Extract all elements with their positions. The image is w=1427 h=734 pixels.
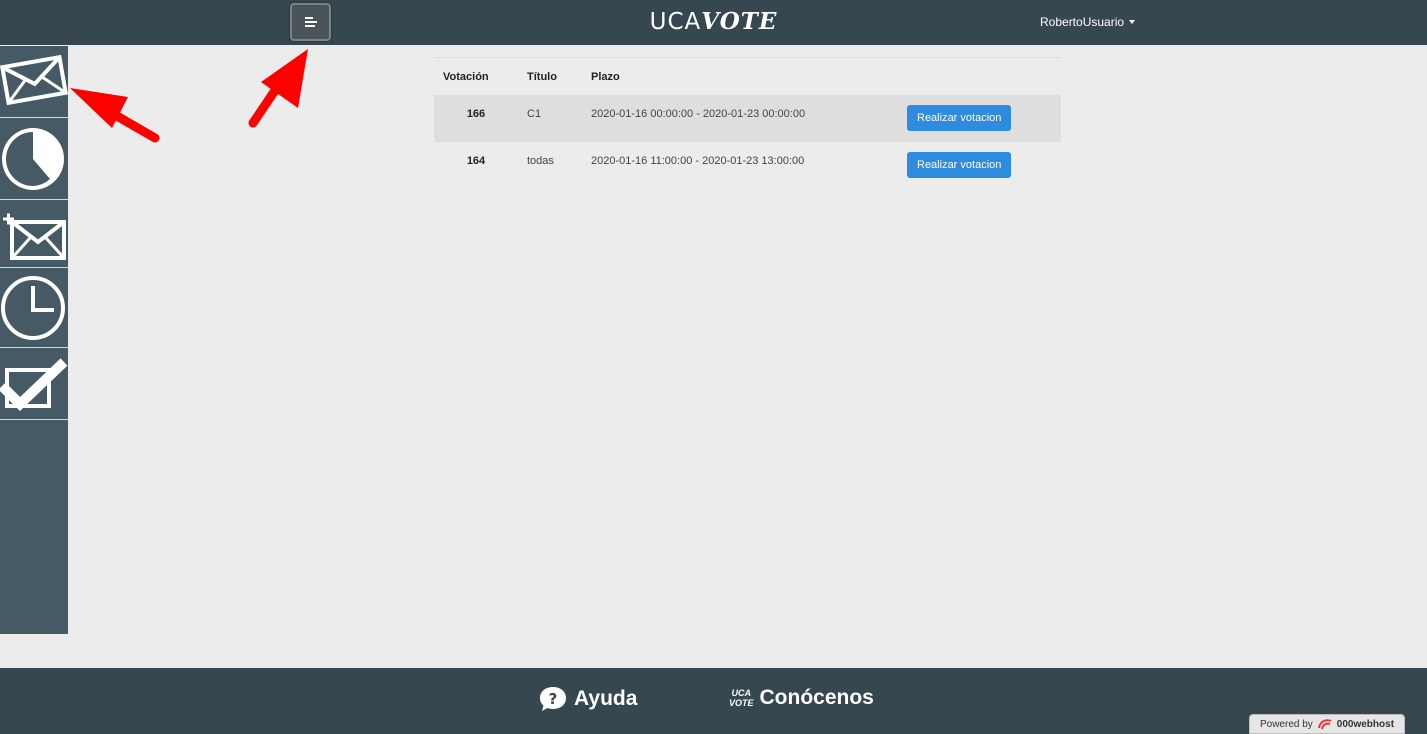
top-navbar: UCAVOTE RobertoUsuario <box>0 0 1427 45</box>
sidebar-item-resultados[interactable] <box>0 118 68 200</box>
logo-vote: VOTE <box>701 8 778 35</box>
cell-title: C1 <box>518 95 582 142</box>
sidebar-item-historial[interactable] <box>0 268 68 348</box>
cell-votacion-id: 166 <box>434 95 518 142</box>
table-row: 164 todas 2020-01-16 11:00:00 - 2020-01-… <box>434 142 1061 189</box>
powered-by-badge[interactable]: Powered by 000webhost <box>1249 714 1405 734</box>
column-header-plazo: Plazo <box>591 70 620 83</box>
app-logo[interactable]: UCAVOTE <box>0 8 1427 35</box>
help-link[interactable]: ? Ayuda <box>539 686 637 712</box>
question-bubble-icon: ? <box>540 687 566 711</box>
cell-votacion-id: 164 <box>466 155 486 167</box>
sidebar-item-finalizadas[interactable] <box>0 348 68 420</box>
cell-action: Realizar votacion <box>898 95 1061 142</box>
cell-title: todas <box>527 155 554 167</box>
sidebar-item-crear-votacion[interactable] <box>0 200 68 268</box>
voting-table-container: Votación Título Plazo 166 C1 2020-01-16 … <box>434 57 1061 189</box>
about-link[interactable]: UCA VOTE Conócenos <box>729 686 874 710</box>
user-dropdown[interactable]: RobertoUsuario <box>1040 15 1136 29</box>
help-label: Ayuda <box>574 687 638 710</box>
column-header-titulo: Título <box>527 70 557 83</box>
clock-icon <box>1 276 65 340</box>
mini-logo-top: UCA <box>731 688 752 698</box>
about-label: Conócenos <box>759 686 874 709</box>
mini-logo: UCA VOTE <box>729 688 754 708</box>
realizar-votacion-button[interactable]: Realizar votacion <box>907 152 1012 178</box>
sidebar <box>0 46 68 634</box>
sidebar-item-votaciones[interactable] <box>0 46 68 118</box>
add-envelope-icon <box>3 213 66 260</box>
footer: ? Ayuda UCA VOTE Conócenos <box>0 668 1427 734</box>
table-header-row: Votación Título Plazo <box>434 58 1061 95</box>
checkbox-icon <box>0 358 68 411</box>
webhost-logo-icon <box>1317 719 1332 730</box>
logo-uca: UCA <box>649 9 702 35</box>
voting-table: Votación Título Plazo 166 C1 2020-01-16 … <box>434 58 1061 189</box>
annotation-arrow-sidebar <box>70 88 160 143</box>
user-name: RobertoUsuario <box>1040 15 1125 29</box>
column-header-votacion: Votación <box>443 70 489 83</box>
envelope-icon <box>0 54 68 106</box>
powered-by-label: Powered by <box>1259 718 1313 730</box>
mini-logo-bottom: VOTE <box>729 698 754 708</box>
table-row: 166 C1 2020-01-16 00:00:00 - 2020-01-23 … <box>434 95 1061 142</box>
column-header-action <box>898 58 1061 95</box>
cell-period: 2020-01-16 11:00:00 - 2020-01-23 13:00:0… <box>591 155 805 167</box>
host-name: 000webhost <box>1336 718 1395 730</box>
cell-action: Realizar votacion <box>898 142 1061 189</box>
cell-period: 2020-01-16 00:00:00 - 2020-01-23 00:00:0… <box>582 95 898 142</box>
caret-down-icon <box>1129 20 1136 24</box>
realizar-votacion-button[interactable]: Realizar votacion <box>907 105 1012 131</box>
annotation-arrow-toggle <box>248 49 308 128</box>
svg-text:?: ? <box>549 690 558 708</box>
pie-chart-icon <box>2 128 64 190</box>
